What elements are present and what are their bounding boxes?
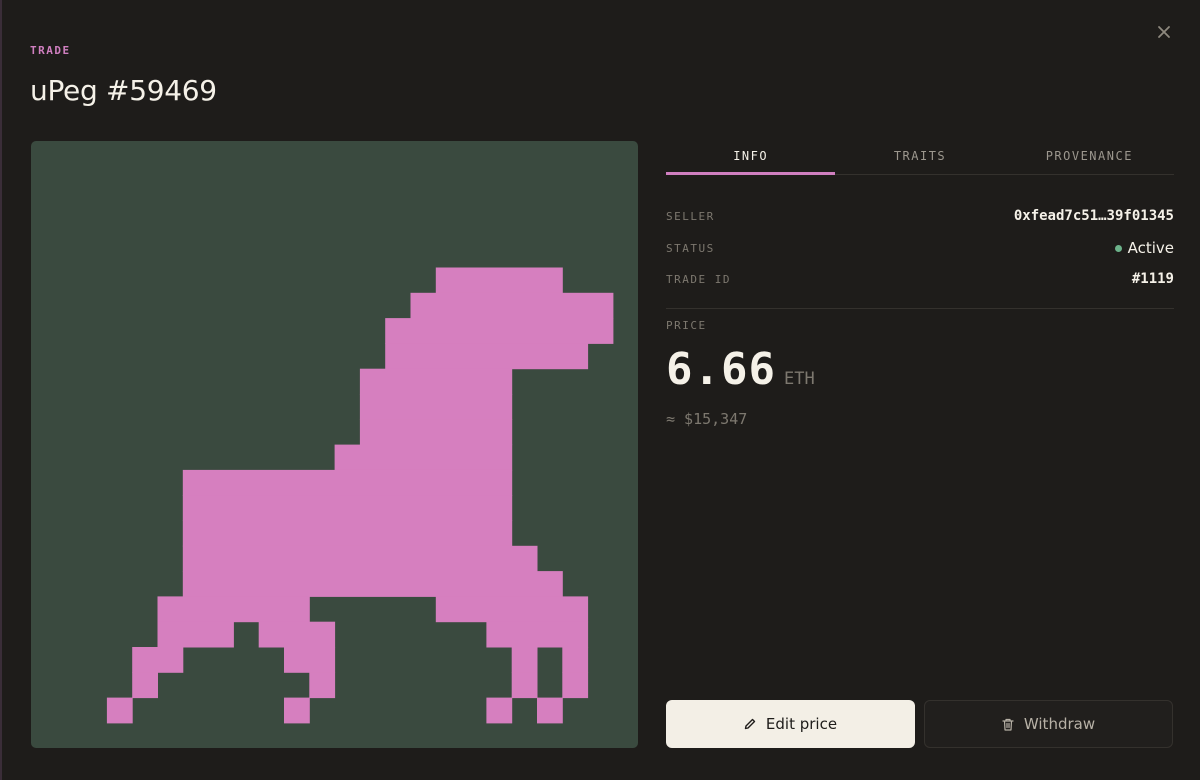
pegasus-pixel xyxy=(182,495,513,521)
pegasus-pixel xyxy=(562,672,589,699)
price-value: 6.66 xyxy=(666,344,776,395)
tab-traits[interactable]: TRAITS xyxy=(835,141,1004,174)
pegasus-pixel xyxy=(182,545,538,572)
price-display: 6.66 ETH xyxy=(666,344,815,395)
status-value: Active xyxy=(1127,239,1174,257)
withdraw-label: Withdraw xyxy=(1023,715,1096,733)
close-button[interactable] xyxy=(1152,22,1176,46)
pegasus-pixel xyxy=(385,343,589,370)
pegasus-pixel xyxy=(511,647,538,673)
pegasus-pixel xyxy=(157,596,310,623)
pegasus-pixel xyxy=(537,697,563,724)
pegasus-pixel xyxy=(486,697,513,724)
close-icon xyxy=(1157,25,1171,44)
trade-id-row: TRADE ID #1119 xyxy=(666,269,1174,289)
trade-id-value: #1119 xyxy=(1131,271,1174,287)
status-row: STATUS Active xyxy=(666,238,1174,258)
pegasus-pixel xyxy=(284,647,336,673)
tab-bar: INFO TRAITS PROVENANCE xyxy=(666,141,1174,175)
nft-artwork xyxy=(31,141,638,748)
pegasus-pixel xyxy=(562,647,589,673)
pencil-icon xyxy=(744,718,756,730)
status-label: STATUS xyxy=(666,241,715,255)
pegasus-pixel xyxy=(435,267,563,294)
fiat-price: ≈ $15,347 xyxy=(666,410,748,428)
trade-id-label: TRADE ID xyxy=(666,272,731,286)
pegasus-pixel xyxy=(410,292,614,319)
seller-row: SELLER 0xfead7c51…39f01345 xyxy=(666,206,1174,226)
pegasus-pixel xyxy=(182,520,513,547)
pegasus-pixel xyxy=(132,672,158,699)
pegasus-pixel-art xyxy=(106,267,614,724)
pegasus-pixel xyxy=(132,647,184,673)
pegasus-pixel xyxy=(359,419,513,446)
seller-label: SELLER xyxy=(666,209,715,223)
seller-address[interactable]: 0xfead7c51…39f01345 xyxy=(1014,208,1174,224)
pegasus-pixel xyxy=(359,394,513,420)
edit-price-label: Edit price xyxy=(765,715,838,733)
pegasus-pixel xyxy=(486,621,589,648)
pegasus-pixel xyxy=(334,444,513,471)
tab-info[interactable]: INFO xyxy=(666,141,836,175)
tab-provenance[interactable]: PROVENANCE xyxy=(1005,141,1174,174)
pegasus-pixel xyxy=(309,672,336,699)
pegasus-pixel xyxy=(359,368,513,395)
pegasus-pixel xyxy=(258,621,336,648)
status-badge: Active xyxy=(1114,239,1174,257)
page-title: uPeg #59469 xyxy=(30,74,217,107)
divider xyxy=(666,308,1174,309)
pegasus-pixel xyxy=(182,571,563,597)
trade-modal: TRADE uPeg #59469 INFO TRAITS PROVENANCE… xyxy=(0,0,1200,780)
pegasus-pixel xyxy=(157,621,234,648)
pegasus-pixel xyxy=(182,469,513,496)
pegasus-pixel xyxy=(435,596,589,623)
modal-eyebrow: TRADE xyxy=(30,44,71,57)
price-label: PRICE xyxy=(666,319,707,332)
pegasus-pixel xyxy=(106,697,133,724)
withdraw-button[interactable]: Withdraw xyxy=(924,700,1173,748)
status-dot-icon xyxy=(1114,244,1122,252)
pegasus-pixel xyxy=(385,318,614,344)
edit-price-button[interactable]: Edit price xyxy=(666,700,915,748)
trash-icon xyxy=(1002,718,1014,731)
price-unit: ETH xyxy=(783,369,815,389)
pegasus-pixel xyxy=(284,697,310,724)
pegasus-pixel xyxy=(511,672,538,699)
